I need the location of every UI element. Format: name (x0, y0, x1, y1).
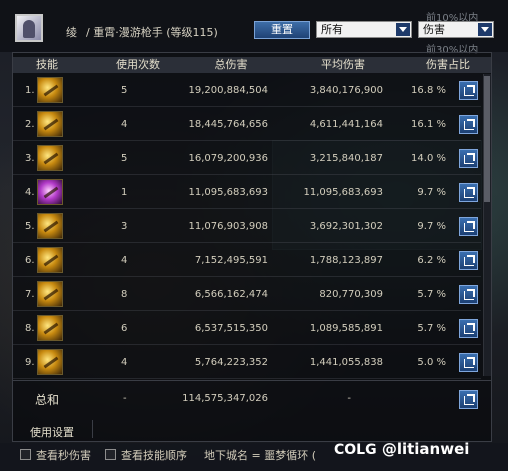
scrollbar-thumb[interactable] (484, 76, 490, 202)
share-icon[interactable] (459, 183, 478, 202)
dropdown-option-top10[interactable]: 前10%以内 (426, 9, 478, 24)
gold-skill-icon (37, 213, 63, 239)
column-header-total-damage: 总伤害 (214, 58, 248, 71)
table-header: 技能 使用次数 总伤害 平均伤害 伤害占比 (13, 57, 491, 73)
class-name: / 重霄·漫游枪手 (等级115) (86, 26, 218, 39)
row-damage-share: 16.1 % (411, 119, 446, 130)
total-avg: - (347, 393, 351, 404)
row-avg-damage: 820,770,309 (319, 289, 383, 300)
gold-skill-icon (37, 77, 63, 103)
total-row: 总和 - 114,575,347,026 - (13, 380, 491, 416)
gold-skill-icon (37, 281, 63, 307)
footer-divider (92, 420, 93, 438)
share-icon[interactable] (459, 217, 478, 236)
row-avg-damage: 1,788,123,897 (309, 255, 383, 266)
share-icon[interactable] (459, 353, 478, 372)
total-share-button[interactable] (459, 390, 478, 409)
share-icon[interactable] (459, 81, 478, 100)
watermark-user: @litianwei (381, 440, 470, 458)
sort-value: 伤害 (423, 23, 445, 36)
row-uses: 1 (121, 187, 128, 198)
row-total-damage: 5,764,223,352 (194, 357, 268, 368)
check-dps-label: 查看秒伤害 (36, 449, 91, 462)
row-damage-share: 6.2 % (417, 255, 446, 266)
total-label: 总和 (35, 393, 60, 407)
check-order-checkbox[interactable] (105, 449, 116, 460)
column-header-damage-share: 伤害占比 (426, 58, 470, 71)
row-uses: 4 (121, 357, 128, 368)
row-uses: 3 (121, 221, 128, 232)
share-icon[interactable] (459, 115, 478, 134)
column-header-skill: 技能 (36, 58, 58, 71)
check-order-label: 查看技能顺序 (121, 449, 187, 462)
filter-select[interactable]: 所有 (316, 21, 412, 38)
reset-button[interactable]: 重置 (254, 21, 310, 39)
row-uses: 4 (121, 255, 128, 266)
row-avg-damage: 4,611,441,164 (309, 119, 383, 130)
colg-logo: COLG (334, 442, 377, 458)
check-dps-checkbox[interactable] (20, 449, 31, 460)
row-avg-damage: 3,840,176,900 (309, 85, 383, 96)
row-uses: 6 (121, 323, 128, 334)
table-row: 3. 5 16,079,200,936 3,215,840,187 14.0 % (13, 142, 481, 175)
row-total-damage: 19,200,884,504 (188, 85, 268, 96)
watermark: COLG @litianwei (334, 440, 469, 458)
class-prefix: 绫 (66, 26, 77, 39)
gold-skill-icon (37, 145, 63, 171)
share-icon[interactable] (459, 319, 478, 338)
total-uses: - (123, 393, 127, 404)
row-total-damage: 16,079,200,936 (188, 153, 268, 164)
filter-value: 所有 (321, 23, 343, 36)
row-total-damage: 6,566,162,474 (194, 289, 268, 300)
row-damage-share: 5.0 % (417, 357, 446, 368)
share-icon[interactable] (459, 251, 478, 270)
row-total-damage: 11,095,683,693 (188, 187, 268, 198)
chevron-down-icon (396, 23, 410, 36)
settings-label[interactable]: 使用设置 (30, 424, 74, 440)
column-header-avg-damage: 平均伤害 (321, 58, 365, 71)
share-icon[interactable] (459, 285, 478, 304)
row-damage-share: 16.8 % (411, 85, 446, 96)
row-uses: 5 (121, 153, 128, 164)
row-avg-damage: 3,692,301,302 (309, 221, 383, 232)
table-row: 7. 8 6,566,162,474 820,770,309 5.7 % (13, 278, 481, 311)
total-damage: 114,575,347,026 (182, 393, 268, 404)
gold-skill-icon (37, 349, 63, 375)
table-row: 6. 4 7,152,495,591 1,788,123,897 6.2 % (13, 244, 481, 277)
row-uses: 5 (121, 85, 128, 96)
table-row: 8. 6 6,537,515,350 1,089,585,891 5.7 % (13, 312, 481, 345)
table-row: 5. 3 11,076,903,908 3,692,301,302 9.7 % (13, 210, 481, 243)
row-total-damage: 11,076,903,908 (188, 221, 268, 232)
row-damage-share: 5.7 % (417, 289, 446, 300)
row-damage-share: 9.7 % (417, 187, 446, 198)
gold-skill-icon (37, 315, 63, 341)
table-row: 1. 5 19,200,884,504 3,840,176,900 16.8 % (13, 74, 481, 107)
row-damage-share: 14.0 % (411, 153, 446, 164)
purple-skill-icon (37, 179, 63, 205)
table-row: 4. 1 11,095,683,693 11,095,683,693 9.7 % (13, 176, 481, 209)
row-avg-damage: 3,215,840,187 (309, 153, 383, 164)
row-uses: 8 (121, 289, 128, 300)
row-uses: 4 (121, 119, 128, 130)
row-avg-damage: 1,089,585,891 (309, 323, 383, 334)
share-icon[interactable] (459, 149, 478, 168)
character-portrait (15, 14, 43, 42)
chevron-down-icon (478, 23, 492, 36)
table-row: 9. 4 5,764,223,352 1,441,055,838 5.0 % (13, 346, 481, 379)
row-total-damage: 6,537,515,350 (194, 323, 268, 334)
gold-skill-icon (37, 111, 63, 137)
gold-skill-icon (37, 247, 63, 273)
row-avg-damage: 1,441,055,838 (309, 357, 383, 368)
row-total-damage: 7,152,495,591 (194, 255, 268, 266)
dungeon-name: 地下城名 = 噩梦循环 ( (204, 449, 316, 462)
column-header-uses: 使用次数 (116, 58, 160, 71)
row-damage-share: 5.7 % (417, 323, 446, 334)
row-total-damage: 18,445,764,656 (188, 119, 268, 130)
row-avg-damage: 11,095,683,693 (303, 187, 383, 198)
table-row: 2. 4 18,445,764,656 4,611,441,164 16.1 % (13, 108, 481, 141)
row-damage-share: 9.7 % (417, 221, 446, 232)
